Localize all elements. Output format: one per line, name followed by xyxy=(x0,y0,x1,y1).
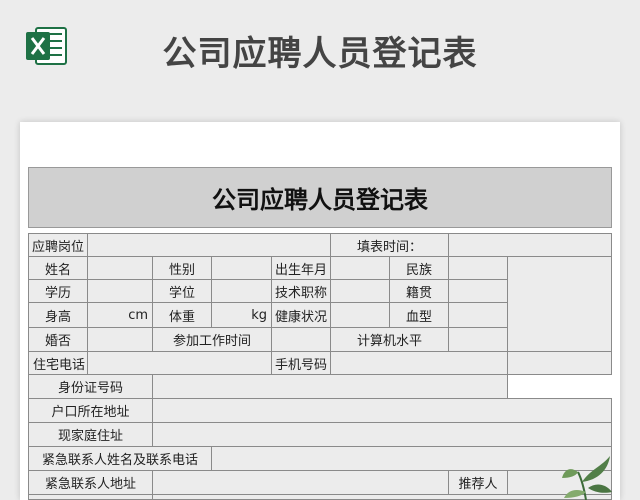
page-title: 公司应聘人员登记表 xyxy=(162,34,478,74)
input-hukou[interactable] xyxy=(152,398,612,423)
label-residence: 现家庭住址 xyxy=(28,422,153,447)
input-home-phone[interactable] xyxy=(87,351,272,375)
photo-area[interactable] xyxy=(507,256,612,352)
blank-cell[interactable] xyxy=(507,351,612,375)
input-ethnicity[interactable] xyxy=(448,256,508,280)
label-degree: 学位 xyxy=(152,279,212,303)
input-title[interactable] xyxy=(330,279,390,303)
input-fill-time[interactable] xyxy=(448,233,612,257)
input-degree[interactable] xyxy=(211,279,272,303)
input-blood[interactable] xyxy=(448,302,508,328)
label-mobile: 手机号码 xyxy=(271,351,331,375)
input-height[interactable]: cm xyxy=(87,302,153,328)
label-home-phone: 住宅电话 xyxy=(28,351,88,375)
label-height: 身高 xyxy=(28,302,88,328)
table-row xyxy=(152,494,612,500)
input-residence[interactable] xyxy=(152,422,612,447)
table-row xyxy=(28,494,153,500)
label-weight: 体重 xyxy=(152,302,212,328)
input-emergency[interactable] xyxy=(211,446,612,471)
input-id-number[interactable] xyxy=(152,374,508,399)
label-referrer: 推荐人 xyxy=(448,470,508,495)
label-hukou: 户口所在地址 xyxy=(28,398,153,423)
label-computer: 计算机水平 xyxy=(330,327,449,352)
label-birth: 出生年月 xyxy=(271,256,331,280)
label-ethnicity: 民族 xyxy=(389,256,449,280)
input-marital[interactable] xyxy=(87,327,153,352)
input-education[interactable] xyxy=(87,279,153,303)
label-fill-time: 填表时间： xyxy=(330,233,449,257)
label-health: 健康状况 xyxy=(271,302,331,328)
input-emergency-addr[interactable] xyxy=(152,470,449,495)
label-name: 姓名 xyxy=(28,256,88,280)
input-gender[interactable] xyxy=(211,256,272,280)
weight-unit: kg xyxy=(251,307,267,323)
label-education: 学历 xyxy=(28,279,88,303)
input-mobile[interactable] xyxy=(330,351,508,375)
input-computer[interactable] xyxy=(448,327,508,352)
input-origin[interactable] xyxy=(448,279,508,303)
input-work-start[interactable] xyxy=(271,327,331,352)
label-id-number: 身份证号码 xyxy=(28,374,153,399)
label-emergency-addr: 紧急联系人地址 xyxy=(28,470,153,495)
input-position[interactable] xyxy=(87,233,331,257)
label-gender: 性别 xyxy=(152,256,212,280)
label-title: 技术职称 xyxy=(271,279,331,303)
spreadsheet-sheet: 公司应聘人员登记表 应聘岗位 填表时间： 姓名 性别 出生年月 民族 学历 学位… xyxy=(20,122,620,500)
label-emergency: 紧急联系人姓名及联系电话 xyxy=(28,446,212,471)
label-work-start: 参加工作时间 xyxy=(152,327,272,352)
label-marital: 婚否 xyxy=(28,327,88,352)
label-position: 应聘岗位 xyxy=(28,233,88,257)
form-title: 公司应聘人员登记表 xyxy=(28,167,612,228)
page-header: 公司应聘人员登记表 xyxy=(0,0,640,120)
label-origin: 籍贯 xyxy=(389,279,449,303)
input-name[interactable] xyxy=(87,256,153,280)
height-unit: cm xyxy=(128,307,148,323)
input-weight[interactable]: kg xyxy=(211,302,272,328)
plant-decoration xyxy=(562,456,612,500)
label-blood: 血型 xyxy=(389,302,449,328)
input-health[interactable] xyxy=(330,302,390,328)
input-birth[interactable] xyxy=(330,256,390,280)
